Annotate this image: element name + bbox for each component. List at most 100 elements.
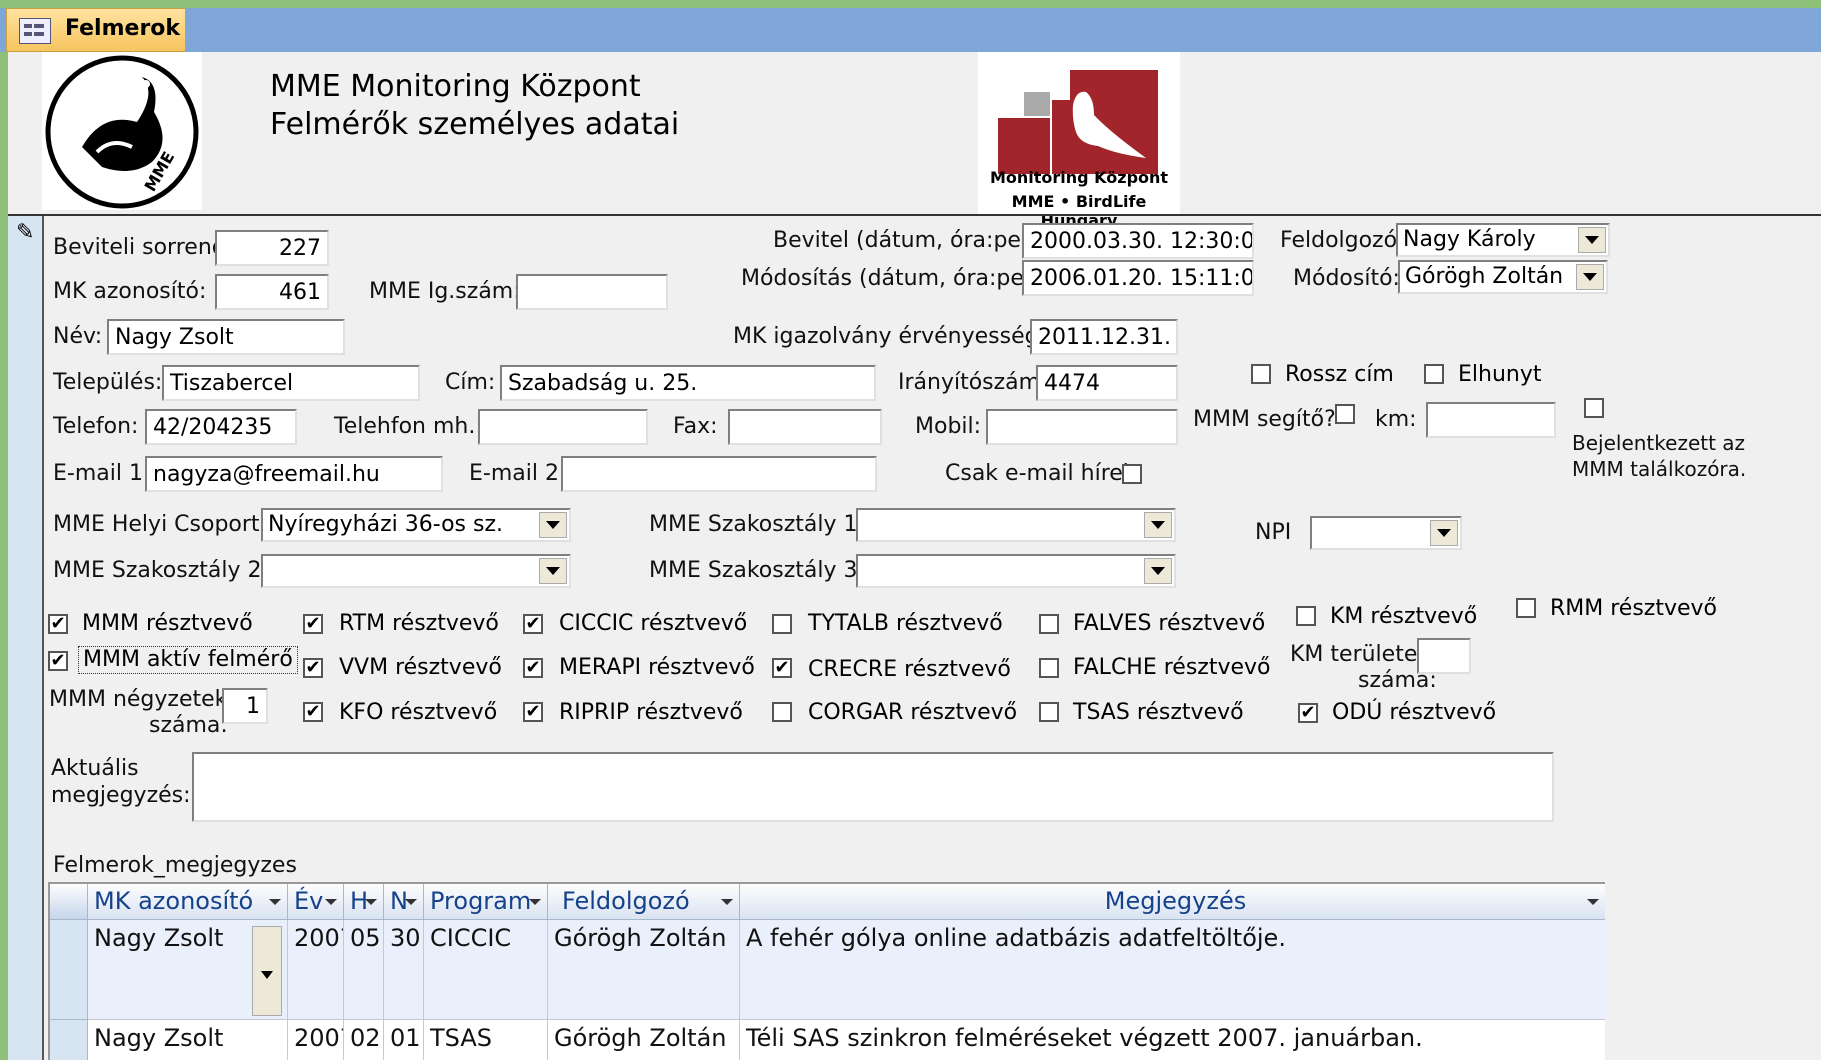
nev-field[interactable]: Nagy Zsolt [107,319,345,355]
select-all-corner[interactable] [50,884,88,920]
beviteli-field[interactable]: 227 [215,230,329,266]
telefon-field[interactable]: 42/204235 [145,409,297,445]
fax-label: Fax: [673,414,718,439]
npi-label: NPI [1255,520,1292,545]
chevron-down-icon[interactable] [1144,512,1172,538]
szakosztaly2-combo[interactable] [261,554,571,588]
merapi-checkbox[interactable] [523,658,543,678]
falves-label: FALVES résztvevő [1073,611,1266,636]
cell-ev[interactable]: 2007 [288,920,344,1020]
cell-dropdown-button[interactable] [252,926,282,1016]
cim-field[interactable]: Szabadság u. 25. [500,365,876,401]
rmm-checkbox[interactable] [1516,598,1536,618]
cell-h[interactable]: 05 [344,920,384,1020]
kfo-checkbox[interactable] [303,702,323,722]
falche-checkbox[interactable] [1039,658,1059,678]
bejelentkezett-checkbox[interactable] [1584,398,1604,418]
mmm-aktiv-checkbox[interactable] [48,651,68,671]
cell-feldolgozo[interactable]: Górögh Zoltán [548,1020,740,1060]
cell-mk[interactable]: Nagy Zsolt [88,1020,288,1060]
csak-email-checkbox[interactable] [1122,464,1142,484]
riprip-checkbox[interactable] [523,702,543,722]
col-header-program[interactable]: Program [424,884,548,920]
odu-checkbox[interactable] [1298,703,1318,723]
cell-program[interactable]: TSAS [424,1020,548,1060]
mmm-segito-checkbox[interactable] [1335,404,1355,424]
mmm-checkbox[interactable] [48,614,68,634]
col-header-h[interactable]: H [344,884,384,920]
tsas-checkbox[interactable] [1039,702,1059,722]
vvm-checkbox[interactable] [303,658,323,678]
mmm-negyzetek-field[interactable]: 1 [222,688,268,724]
megjegyzes-field[interactable] [192,752,1554,822]
km-field[interactable] [1426,402,1556,438]
cell-h[interactable]: 02 [344,1020,384,1060]
npi-combo[interactable] [1310,516,1462,550]
feldolgozo-combo[interactable]: Nagy Károly [1396,223,1610,257]
modosito-combo[interactable]: Górögh Zoltán [1398,260,1608,294]
telehfon-mh-field[interactable] [478,409,648,445]
cell-ev[interactable]: 2007 [288,1020,344,1060]
ciccic-checkbox[interactable] [523,614,543,634]
falves-checkbox[interactable] [1039,614,1059,634]
igazolvany-field[interactable]: 2011.12.31. [1030,319,1178,355]
crecre-label: CRECRE résztvevő [808,657,1011,682]
sort-arrow-icon [721,899,733,905]
monitoring-kozpont-logo: Monitoring Központ MME • BirdLife Hungar… [978,52,1180,230]
km-teruletek-field[interactable] [1417,638,1471,674]
cell-n[interactable]: 30 [384,920,424,1020]
feldolgozo-label: Feldolgozó: [1280,228,1405,253]
rossz-cim-checkbox[interactable] [1251,364,1271,384]
chevron-down-icon[interactable] [1576,264,1604,290]
sort-arrow-icon [365,899,377,905]
modositas-label: Módosítás (dátum, óra:perc): [741,266,1061,291]
col-header-mk[interactable]: MK azonosító [88,884,288,920]
form-icon [19,18,51,44]
col-header-megjegyzes[interactable]: Megjegyzés [740,884,1605,920]
chevron-down-icon[interactable] [1144,558,1172,584]
igszam-field[interactable] [516,274,668,310]
nev-label: Név: [53,324,103,349]
cell-megjegyzes[interactable]: A fehér gólya online adatbázis adatfeltö… [740,920,1605,1020]
kfo-label: KFO résztvevő [339,700,498,725]
helyi-csoport-combo[interactable]: Nyíregyházi 36-os sz. [261,508,571,542]
crecre-checkbox[interactable] [772,658,792,678]
sort-arrow-icon [269,899,281,905]
chevron-down-icon[interactable] [539,512,567,538]
cell-feldolgozo[interactable]: Górögh Zoltán [548,920,740,1020]
header-title-2: Felmérők személyes adatai [270,107,680,142]
col-header-n[interactable]: N [384,884,424,920]
tytalb-checkbox[interactable] [772,614,792,634]
row-selector[interactable] [50,1020,88,1060]
email2-field[interactable] [561,456,877,492]
tab-felmerok[interactable]: Felmerok [6,8,186,52]
record-selector[interactable]: ✎ [8,216,44,1060]
telepules-field[interactable]: Tiszabercel [162,365,420,401]
mobil-field[interactable] [986,409,1178,445]
chevron-down-icon[interactable] [539,558,567,584]
elhunyt-checkbox[interactable] [1424,364,1444,384]
cell-n[interactable]: 01 [384,1020,424,1060]
szakosztaly3-combo[interactable] [856,554,1176,588]
bevitel-field[interactable]: 2000.03.30. 12:30:00 [1022,223,1254,259]
corgar-checkbox[interactable] [772,702,792,722]
iranyitoszam-field[interactable]: 4474 [1036,365,1178,401]
fax-field[interactable] [728,409,882,445]
modositas-field[interactable]: 2006.01.20. 15:11:00 [1022,260,1254,296]
km-checkbox[interactable] [1296,606,1316,626]
chevron-down-icon[interactable] [1430,520,1458,546]
igazolvany-label: MK igazolvány érvényessége: [733,324,1060,349]
km-teruletek-label-1: KM területek [1290,642,1431,667]
row-selector[interactable] [50,920,88,1020]
cell-megjegyzes[interactable]: Téli SAS szinkron felméréseket végzett 2… [740,1020,1605,1060]
email1-field[interactable]: nagyza@freemail.hu [145,456,443,492]
col-header-ev[interactable]: Év [288,884,344,920]
cell-program[interactable]: CICCIC [424,920,548,1020]
mmm-aktiv-label: MMM aktív felmérő [78,646,298,674]
km-resztvevo-label: KM résztvevő [1330,604,1478,629]
mk-azon-field[interactable]: 461 [215,274,329,310]
rtm-checkbox[interactable] [303,614,323,634]
szakosztaly1-combo[interactable] [856,508,1176,542]
chevron-down-icon[interactable] [1578,227,1606,253]
col-header-feldolgozo[interactable]: Feldolgozó [548,884,740,920]
